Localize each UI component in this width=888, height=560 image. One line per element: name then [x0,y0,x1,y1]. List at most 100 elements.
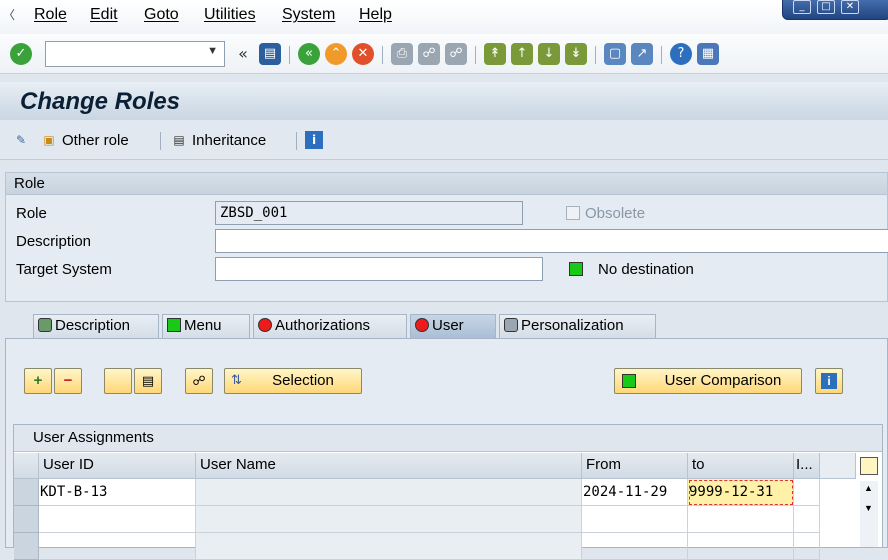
target-system-field[interactable] [215,257,543,281]
cell-to[interactable]: 9999-12-31 [688,479,794,506]
cell-user-id[interactable] [39,506,196,533]
application-toolbar: ✎ ▣ Other role ▤ Inheritance i [0,120,888,160]
cell-to[interactable] [688,506,794,533]
column-indirect[interactable]: I... [794,453,820,479]
previous-page-icon[interactable]: ↑ [511,43,533,65]
scroll-up-icon[interactable]: ▲ [864,483,873,493]
menu-goto[interactable]: Goto [144,6,179,24]
column-from[interactable]: From [582,453,688,479]
enter-icon[interactable]: ✓ [10,43,32,65]
info-icon[interactable]: i [305,131,323,149]
tab-user-label: User [432,317,464,334]
info-button[interactable]: i [815,368,843,394]
select-all-column[interactable] [14,453,39,479]
column-user-name[interactable]: User Name [196,453,582,479]
delete-row-icon: − [63,372,73,389]
column-user-id[interactable]: User ID [39,453,196,479]
save-icon[interactable]: ▤ [259,43,281,65]
status-green-icon [167,318,181,332]
find-next-icon[interactable]: ☍ [445,43,467,65]
shortcut-icon[interactable]: ↗ [631,43,653,65]
inheritance-icon[interactable]: ▤ [170,131,188,149]
minimize-icon[interactable]: _ [793,0,811,14]
cancel-icon[interactable]: ✕ [352,43,374,65]
role-label: Role [16,205,47,222]
command-field[interactable]: ▼ [45,41,225,67]
insert-row-button[interactable]: + [24,368,52,394]
cell-user-id[interactable] [39,533,196,560]
menu-help[interactable]: Help [359,6,392,24]
cell-indirect [794,533,820,560]
delete-row-button[interactable]: − [54,368,82,394]
details-button[interactable]: ▤ [134,368,162,394]
system-menu-icon[interactable]: 〈 [0,6,18,24]
menu-system[interactable]: System [282,6,335,24]
tab-strip: Description Menu Authorizations User Per… [0,308,888,338]
obsolete-checkbox[interactable] [566,206,580,220]
display-change-icon[interactable]: ✎ [12,131,30,149]
info-icon: i [821,373,837,389]
row-selector[interactable] [14,533,39,560]
cell-user-id[interactable]: KDT-B-13 [39,479,196,506]
chevron-down-icon[interactable]: ▼ [207,45,218,57]
last-page-icon[interactable]: ↡ [565,43,587,65]
tab-menu-label: Menu [184,317,222,334]
tab-authorizations[interactable]: Authorizations [253,314,407,338]
window-controls: _ □ ✕ [782,0,888,20]
role-group: Role Role ZBSD_001 Obsolete Description … [5,172,888,302]
collapse-icon[interactable]: « [232,43,254,65]
selection-label: Selection [272,372,334,389]
help-icon[interactable]: ? [670,43,692,65]
description-field[interactable] [215,229,888,253]
details-icon: ▤ [141,374,155,389]
tab-user[interactable]: User [410,314,496,338]
obsolete-label: Obsolete [585,205,646,222]
print-icon[interactable]: ⎙ [391,43,413,65]
selection-button[interactable]: ⇅ Selection [224,368,362,394]
tab-menu[interactable]: Menu [162,314,250,338]
next-page-icon[interactable]: ↓ [538,43,560,65]
description-icon [38,318,52,332]
close-icon[interactable]: ✕ [841,0,859,14]
inheritance-button[interactable]: Inheritance [192,132,266,149]
other-role-button[interactable]: Other role [62,132,129,149]
new-session-icon[interactable]: ▢ [604,43,626,65]
exit-icon[interactable]: ⌃ [325,43,347,65]
insert-row-icon: + [33,372,43,389]
cell-from[interactable] [582,506,688,533]
cell-to[interactable] [688,533,794,560]
user-comparison-button[interactable]: User Comparison [614,368,802,394]
cell-from[interactable]: 2024-11-29 [582,479,688,506]
maximize-icon[interactable]: □ [817,0,835,14]
select-all-button[interactable] [104,368,132,394]
back-icon[interactable]: « [298,43,320,65]
selection-icon: ⇅ [231,373,242,388]
row-selector[interactable] [14,479,39,506]
other-role-icon[interactable]: ▣ [40,131,58,149]
status-red-icon [415,318,429,332]
find-icon[interactable]: ☍ [418,43,440,65]
table-settings-icon[interactable] [860,457,878,475]
cell-user-name [196,533,582,560]
tab-personalization[interactable]: Personalization [499,314,656,338]
description-label: Description [16,233,92,250]
role-field[interactable]: ZBSD_001 [215,201,523,225]
cell-indirect [794,506,820,533]
org-management-button[interactable]: ☍ [185,368,213,394]
menu-utilities[interactable]: Utilities [204,6,256,24]
scroll-down-icon[interactable]: ▼ [864,503,873,513]
tab-description[interactable]: Description [33,314,159,338]
destination-status: No destination [598,261,694,278]
menu-bar: 〈 Role Edit Goto Utilities System Help _… [0,0,888,34]
table-title: User Assignments [14,425,882,452]
personalization-icon [504,318,518,332]
cell-user-name [196,479,582,506]
menu-edit[interactable]: Edit [90,6,118,24]
vertical-scrollbar[interactable]: ▲ ▼ [860,481,878,547]
customize-layout-icon[interactable]: ▦ [697,43,719,65]
cell-from[interactable] [582,533,688,560]
column-to[interactable]: to [688,453,794,479]
row-selector[interactable] [14,506,39,533]
menu-role[interactable]: Role [34,6,67,24]
first-page-icon[interactable]: ↟ [484,43,506,65]
